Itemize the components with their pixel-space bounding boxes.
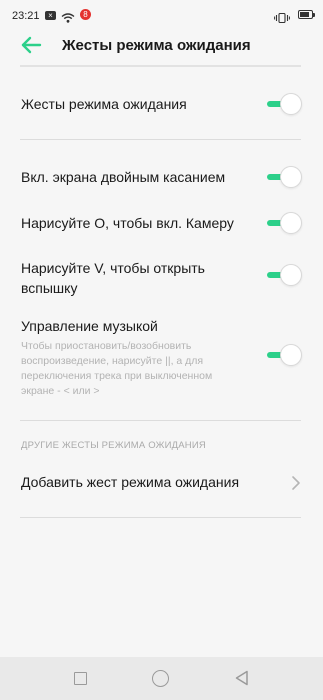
double-tap-row[interactable]: Вкл. экрана двойным касанием xyxy=(0,165,323,189)
add-gesture-row[interactable]: Добавить жест режима ожидания xyxy=(0,470,323,494)
battery-icon xyxy=(298,10,315,19)
wifi-icon xyxy=(61,10,75,28)
navigation-bar xyxy=(0,657,323,700)
divider xyxy=(20,420,301,421)
draw-o-camera-row[interactable]: Нарисуйте O, чтобы вкл. Камеру xyxy=(0,211,323,235)
double-tap-label: Вкл. экрана двойным касанием xyxy=(21,169,226,185)
home-icon[interactable] xyxy=(152,670,169,687)
divider xyxy=(20,139,301,140)
app-header: Жесты режима ожидания xyxy=(0,30,323,64)
main-gestures-row[interactable]: Жесты режима ожидания xyxy=(0,92,323,116)
recent-apps-icon[interactable] xyxy=(74,672,87,685)
page-title: Жесты режима ожидания xyxy=(62,37,251,54)
draw-v-flashlight-label: Нарисуйте V, чтобы открыть вспышку xyxy=(21,260,205,296)
divider xyxy=(20,517,301,518)
music-control-label: Управление музыкой xyxy=(21,318,158,334)
screen: 23:21 × 8 Жесты режима ожидания Жесты ре… xyxy=(0,0,323,700)
music-control-description: Чтобы приостановить/возобновить воспроиз… xyxy=(21,340,213,397)
back-triangle-icon[interactable] xyxy=(235,670,249,691)
other-gestures-section-title: ДРУГИЕ ЖЕСТЫ РЕЖИМА ОЖИДАНИЯ xyxy=(21,440,206,451)
draw-v-flashlight-toggle[interactable] xyxy=(265,264,302,286)
main-gestures-toggle[interactable] xyxy=(265,93,302,115)
double-tap-toggle[interactable] xyxy=(265,166,302,188)
vibrate-icon xyxy=(274,10,290,28)
header-divider xyxy=(20,65,301,67)
add-gesture-label: Добавить жест режима ожидания xyxy=(21,474,240,490)
arrow-left-icon xyxy=(21,36,42,54)
notification-badge: 8 xyxy=(80,9,91,20)
chevron-right-icon xyxy=(291,475,301,496)
draw-o-camera-toggle[interactable] xyxy=(265,212,302,234)
music-control-row[interactable]: Управление музыкой Чтобы приостановить/в… xyxy=(0,316,323,397)
close-notification-icon: × xyxy=(45,11,56,20)
main-gestures-label: Жесты режима ожидания xyxy=(21,96,187,112)
draw-v-flashlight-row[interactable]: Нарисуйте V, чтобы открыть вспышку xyxy=(0,256,323,296)
status-time: 23:21 xyxy=(12,10,40,22)
draw-o-camera-label: Нарисуйте O, чтобы вкл. Камеру xyxy=(21,215,234,231)
back-button[interactable] xyxy=(20,36,42,54)
music-control-toggle[interactable] xyxy=(265,344,302,366)
status-bar: 23:21 × 8 xyxy=(0,0,323,30)
